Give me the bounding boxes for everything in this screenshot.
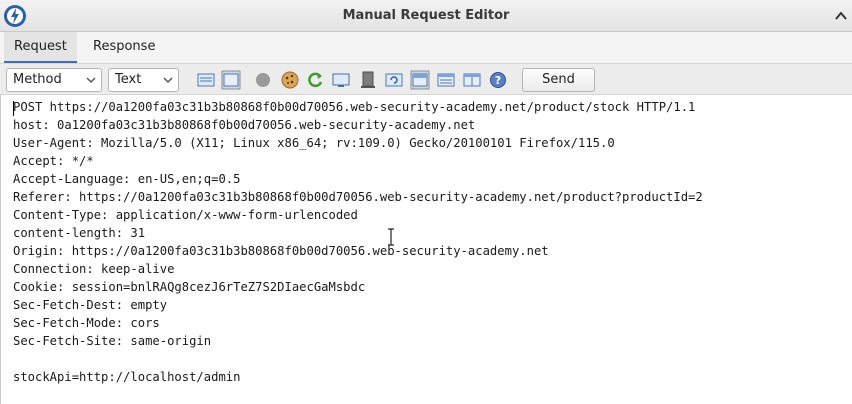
header-sec-fetch-dest: Sec-Fetch-Dest: empty bbox=[13, 298, 168, 312]
chevron-up-icon[interactable] bbox=[834, 9, 848, 23]
toolbar: Method Text ? Send bbox=[0, 63, 852, 95]
follow-redirect-icon[interactable] bbox=[305, 70, 325, 90]
request-line: POST https://0a1200fa03c31b3b80868f0b00d… bbox=[13, 100, 696, 114]
help-icon[interactable]: ? bbox=[488, 70, 508, 90]
tab-request[interactable]: Request bbox=[4, 32, 77, 63]
method-select-value: Method bbox=[13, 72, 62, 87]
tab-bar: Request Response bbox=[0, 32, 852, 63]
cookie-icon[interactable] bbox=[280, 70, 300, 90]
title-bar: Manual Request Editor bbox=[0, 0, 852, 32]
header-sec-fetch-site: Sec-Fetch-Site: same-origin bbox=[13, 334, 212, 348]
chevron-down-icon bbox=[163, 77, 173, 84]
layout-full-icon[interactable] bbox=[221, 70, 241, 90]
view-select-value: Text bbox=[115, 72, 142, 87]
ibeam-cursor-icon bbox=[388, 228, 394, 246]
tab-response[interactable]: Response bbox=[83, 32, 165, 63]
chevron-down-icon bbox=[86, 77, 96, 84]
screen-icon[interactable] bbox=[331, 70, 351, 90]
header-referer: Referer: https://0a1200fa03c31b3b80868f0… bbox=[13, 190, 703, 204]
request-editor[interactable]: POST https://0a1200fa03c31b3b80868f0b00d… bbox=[0, 95, 852, 404]
header-content-length: content-length: 31 bbox=[13, 226, 146, 240]
svg-text:?: ? bbox=[495, 74, 501, 87]
window-title: Manual Request Editor bbox=[342, 8, 510, 23]
layout-body-icon[interactable] bbox=[436, 70, 456, 90]
layout-header-icon[interactable] bbox=[410, 70, 430, 90]
layout-columns-icon[interactable] bbox=[462, 70, 482, 90]
header-accept-language: Accept-Language: en-US,en;q=0.5 bbox=[13, 172, 241, 186]
server-icon[interactable] bbox=[358, 70, 378, 90]
view-select[interactable]: Text bbox=[108, 68, 179, 92]
layout-split-icon[interactable] bbox=[196, 70, 216, 90]
header-user-agent: User-Agent: Mozilla/5.0 (X11; Linux x86_… bbox=[13, 136, 615, 150]
header-host: host: 0a1200fa03c31b3b80868f0b00d70056.w… bbox=[13, 118, 476, 132]
request-body: stockApi=http://localhost/admin bbox=[13, 370, 241, 384]
header-accept: Accept: */* bbox=[13, 154, 94, 168]
send-button[interactable]: Send bbox=[522, 68, 595, 92]
method-select[interactable]: Method bbox=[6, 68, 102, 92]
header-sec-fetch-mode: Sec-Fetch-Mode: cors bbox=[13, 316, 160, 330]
header-origin: Origin: https://0a1200fa03c31b3b80868f0b… bbox=[13, 244, 549, 258]
break-icon[interactable] bbox=[253, 70, 273, 90]
header-cookie: Cookie: session=bnlRAQg8cezJ6rTeZ7S2DIae… bbox=[13, 280, 366, 294]
refresh-icon[interactable] bbox=[384, 70, 404, 90]
header-connection: Connection: keep-alive bbox=[13, 262, 175, 276]
text-caret bbox=[13, 101, 14, 116]
header-content-type: Content-Type: application/x-www-form-url… bbox=[13, 208, 358, 222]
